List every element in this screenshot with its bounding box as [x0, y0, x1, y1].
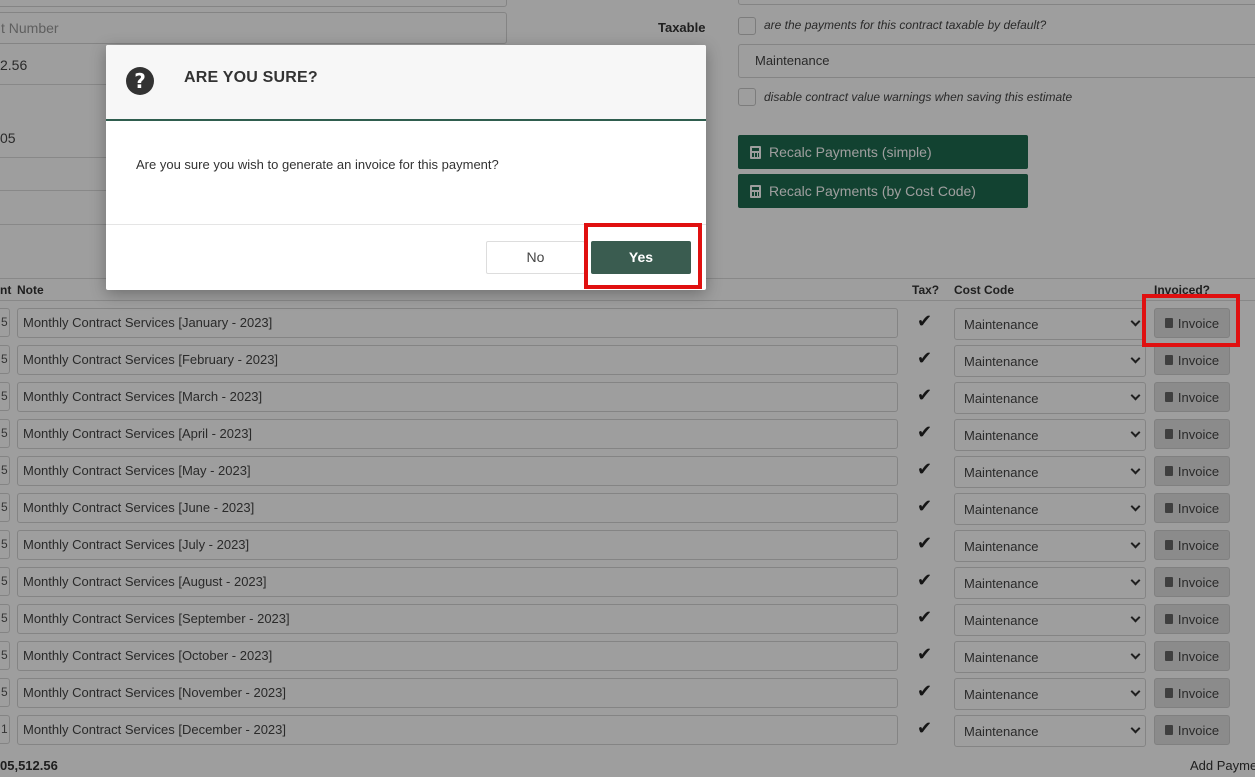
question-circle-icon: ?: [126, 67, 154, 95]
dialog-title: ARE YOU SURE?: [184, 69, 318, 86]
no-button[interactable]: No: [486, 241, 585, 274]
highlight-yes-button: [584, 223, 702, 289]
dialog-message: Are you sure you wish to generate an inv…: [136, 157, 499, 172]
highlight-invoice-button: [1142, 294, 1240, 347]
dialog-header: ? ARE YOU SURE?: [106, 45, 706, 121]
